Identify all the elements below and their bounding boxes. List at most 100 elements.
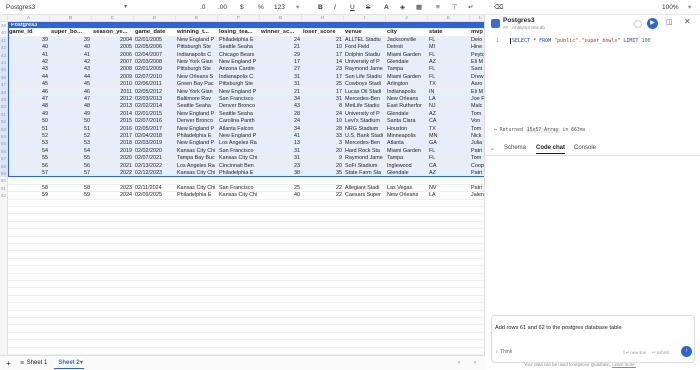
grid-cell[interactable]: Atlanta Falcon: [218, 126, 260, 133]
empty-row[interactable]: [0, 310, 484, 318]
grid-cell[interactable]: 41: [50, 52, 92, 59]
grid-cell[interactable]: 21: [260, 44, 302, 51]
grid-cell[interactable]: Julia: [470, 140, 484, 147]
grid-cell[interactable]: Houston: [386, 126, 428, 133]
grid-cell[interactable]: Cowboys Stadi: [344, 81, 386, 88]
grid-cell[interactable]: Santa Clara: [386, 118, 428, 125]
grid-cell[interactable]: New England P: [176, 37, 218, 44]
grid-cell[interactable]: Coop: [470, 163, 484, 170]
table-row[interactable]: 53 51 51 2016 02/05/2017 New England P Atlanta…: [0, 125, 484, 133]
grid-cell[interactable]: 31: [260, 74, 302, 81]
clear-format-icon[interactable]: ⌫: [494, 3, 503, 12]
table-row[interactable]: 62 59 59 2024 02/09/2025 Philadelphia E Kansas…: [0, 192, 484, 200]
file-menu-chevron-icon[interactable]: ▾: [124, 3, 127, 12]
column-header-c[interactable]: C: [92, 15, 134, 22]
grid-cell[interactable]: 38: [260, 170, 302, 177]
grid-cell[interactable]: GA: [428, 140, 470, 147]
grid-cell[interactable]: 52: [50, 133, 92, 140]
grid-cell[interactable]: 2024: [92, 192, 134, 199]
grid-cell[interactable]: 25: [260, 185, 302, 192]
grid-cell[interactable]: ALLTEL Stadiu: [344, 37, 386, 44]
grid-cell[interactable]: game_id: [8, 29, 50, 36]
table-row[interactable]: 58 56 56 2021 02/13/2022 Los Angeles Ra Cincin…: [0, 162, 484, 170]
grid-cell[interactable]: 54: [8, 148, 50, 155]
grid-cell[interactable]: Arlington: [386, 81, 428, 88]
empty-row[interactable]: [0, 295, 484, 304]
row-number[interactable]: [0, 207, 8, 215]
select-all-corner[interactable]: [0, 15, 8, 22]
column-header-d[interactable]: D: [134, 15, 176, 22]
grid-cell[interactable]: Joe F: [470, 96, 484, 103]
grid-cell[interactable]: Atlanta: [386, 140, 428, 147]
grid-cell[interactable]: 59: [50, 192, 92, 199]
grid-cell[interactable]: 2004: [92, 37, 134, 44]
add-sheet-button[interactable]: +: [6, 359, 11, 368]
grid-cell[interactable]: city: [386, 29, 428, 36]
column-header-i[interactable]: I: [344, 15, 386, 22]
grid-cell[interactable]: New Orleans: [386, 96, 428, 103]
table-row[interactable]: 46 44 44 2009 02/07/2010 New Orleans S Indiana…: [0, 73, 484, 82]
sheet-tab-dropdown-icon[interactable]: ▾: [80, 359, 83, 368]
row-number[interactable]: 49: [0, 96, 8, 104]
grid-cell[interactable]: 02/07/2016: [134, 118, 176, 125]
grid-cell[interactable]: NV: [428, 185, 470, 192]
grid-cell[interactable]: Philadelphia E: [218, 170, 260, 177]
grid-cell[interactable]: 8: [302, 103, 344, 110]
grid-cell[interactable]: 43: [50, 66, 92, 73]
grid-cell[interactable]: New England P: [218, 89, 260, 96]
row-number[interactable]: 52: [0, 118, 8, 126]
empty-row[interactable]: [0, 325, 484, 333]
tab-schema[interactable]: Schema: [504, 145, 526, 151]
grid-cell[interactable]: 02/05/2006: [134, 44, 176, 51]
table-row[interactable]: 50 48 48 2013 02/02/2014 Seattle Seaha Denver …: [0, 103, 484, 111]
grid-cell[interactable]: Pittsburgh Ste: [176, 66, 218, 73]
row-number[interactable]: [0, 347, 8, 355]
grid-cell[interactable]: 24: [302, 111, 344, 118]
grid-cell[interactable]: 43: [8, 66, 50, 73]
grid-cell[interactable]: 40: [260, 192, 302, 199]
row-number[interactable]: 41: [0, 36, 8, 45]
grid-cell[interactable]: 2008: [92, 66, 134, 73]
grid-cell[interactable]: NJ: [428, 103, 470, 110]
grid-cell[interactable]: Miami Garden: [386, 52, 428, 59]
grid-cell[interactable]: New Orleans: [386, 192, 428, 199]
grid-cell[interactable]: 22: [302, 185, 344, 192]
row-number[interactable]: 43: [0, 51, 8, 59]
empty-row[interactable]: [0, 229, 484, 237]
grid-cell[interactable]: 56: [8, 163, 50, 170]
grid-cell[interactable]: New England P: [218, 59, 260, 66]
grid-cell[interactable]: 48: [50, 103, 92, 110]
grid-cell[interactable]: Tom: [470, 155, 484, 162]
grid-cell[interactable]: 2013: [92, 103, 134, 110]
grid-cell[interactable]: New England P: [176, 126, 218, 133]
grid-cell[interactable]: Glendale: [386, 59, 428, 66]
grid-cell[interactable]: 45: [50, 81, 92, 88]
grid-cell[interactable]: 47: [8, 96, 50, 103]
grid-cell[interactable]: Tampa: [386, 155, 428, 162]
grid-cell[interactable]: 34: [260, 126, 302, 133]
grid-cell[interactable]: 45: [8, 81, 50, 88]
grid-cell[interactable]: Allegiant Stadi: [344, 185, 386, 192]
table-row[interactable]: 47 45 45 2010 02/06/2011 Green Bay Pac Pittsbu…: [0, 81, 484, 89]
grid-cell[interactable]: Miami Garden: [386, 74, 428, 81]
grid-cell[interactable]: 39: [50, 37, 92, 44]
table-row[interactable]: 56 54 54 2019 02/02/2020 Kansas City Chi San F…: [0, 147, 484, 156]
grid-cell[interactable]: Indianapolis: [386, 89, 428, 96]
column-header-a[interactable]: A: [8, 15, 50, 22]
row-number[interactable]: 60: [0, 177, 8, 185]
grid-cell[interactable]: 29: [260, 52, 302, 59]
grid-cell[interactable]: 35: [302, 170, 344, 177]
grid-cell[interactable]: New York Gian: [176, 59, 218, 66]
grid-cell[interactable]: Los Angeles Ra: [218, 140, 260, 147]
empty-row[interactable]: [0, 221, 484, 230]
grid-cell[interactable]: Miami Garden: [386, 148, 428, 155]
grid-cell[interactable]: TX: [428, 126, 470, 133]
grid-cell[interactable]: SoFi Stadium: [344, 163, 386, 170]
grid-cell[interactable]: LA: [428, 96, 470, 103]
grid-cell[interactable]: 02/03/2019: [134, 140, 176, 147]
grid-cell[interactable]: 25: [302, 81, 344, 88]
row-number[interactable]: 40: [0, 29, 8, 37]
grid-cell[interactable]: game_date: [134, 29, 176, 36]
table-row[interactable]: 42 40 40 2005 02/05/2006 Pittsburgh Ste Seattl…: [0, 44, 484, 52]
grid-cell[interactable]: 13: [260, 140, 302, 147]
